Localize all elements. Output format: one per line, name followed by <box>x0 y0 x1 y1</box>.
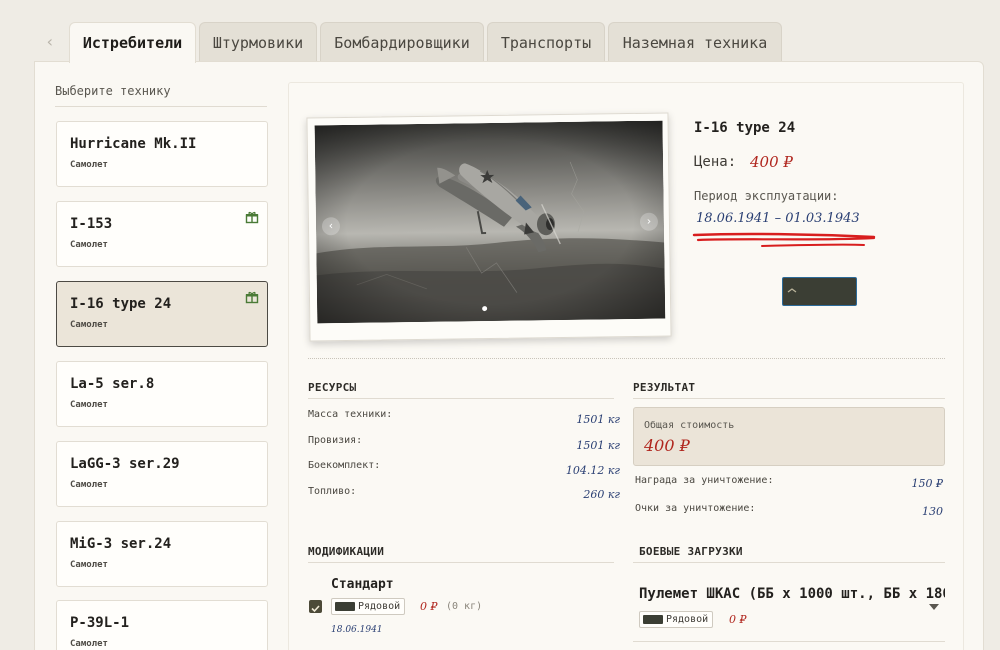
vehicle-details-panel: ‹ › I-16 type 24 Цена: 400 ₽ Период эксп… <box>288 82 964 650</box>
modification-weight: (0 кг) <box>446 601 483 612</box>
sidebar-divider <box>55 106 267 107</box>
provisions-label: Провизия: <box>308 435 363 446</box>
tabs-prev-arrow-icon[interactable]: ‹ <box>40 30 60 54</box>
section-divider <box>308 358 945 359</box>
vehicle-card-i153[interactable]: I-153 Самолет <box>56 201 268 267</box>
modifications-title: МОДИФИКАЦИИ <box>308 545 385 558</box>
service-period-label: Период эксплуатации: <box>694 189 839 203</box>
resources-divider <box>308 398 614 399</box>
rank-swatch-icon <box>643 615 663 624</box>
loadout-dropdown-caret-icon[interactable] <box>929 604 939 610</box>
result-title: РЕЗУЛЬТАТ <box>633 381 696 394</box>
kill-reward-value: 150 ₽ <box>911 477 944 490</box>
vehicle-name: LaGG-3 ser.29 <box>70 456 180 472</box>
vehicle-name: La-5 ser.8 <box>70 376 155 392</box>
modification-date: 18.06.1941 <box>331 625 383 635</box>
gift-icon <box>245 211 259 224</box>
loadout-rank: Рядовой <box>666 614 709 625</box>
sidebar-title: Выберите технику <box>55 84 171 98</box>
modification-checkbox[interactable] <box>309 600 322 613</box>
vehicle-type: Самолет <box>70 400 108 410</box>
rank-swatch-icon <box>335 602 355 611</box>
loadouts-bottom-divider <box>633 641 945 642</box>
vehicle-type: Самолет <box>70 240 108 250</box>
service-period-value: 18.06.1941 – 01.03.1943 <box>696 211 860 226</box>
kill-reward-label: Награда за уничтожение: <box>635 475 774 486</box>
red-underline-annotation <box>692 232 876 247</box>
mass-value: 1501 кг <box>576 413 620 426</box>
rank-chevron-icon <box>787 288 797 293</box>
loadouts-divider <box>633 562 945 563</box>
vehicle-name: MiG-3 ser.24 <box>70 536 172 552</box>
carousel-indicator-dot[interactable] <box>482 306 488 312</box>
vehicle-card-hurricane[interactable]: Hurricane Mk.II Самолет <box>56 121 268 187</box>
kill-points-label: Очки за уничтожение: <box>635 503 756 514</box>
result-divider <box>633 398 945 399</box>
modification-rank: Рядовой <box>358 601 401 612</box>
kill-points-value: 130 <box>922 505 943 518</box>
gift-icon <box>245 291 259 304</box>
modification-rank-chip: Рядовой <box>331 598 406 615</box>
vehicle-card-lagg3[interactable]: LaGG-3 ser.29 Самолет <box>56 441 268 507</box>
vehicle-card-i16-type24[interactable]: I-16 type 24 Самолет <box>56 281 268 347</box>
modifications-divider <box>308 562 614 563</box>
vehicle-name: I-153 <box>70 216 113 232</box>
price-value: 400 ₽ <box>750 153 793 171</box>
vehicle-type: Самолет <box>70 639 108 649</box>
main-panel: Выберите технику Hurricane Mk.II Самолет… <box>34 61 984 650</box>
mass-label: Масса техники: <box>308 409 393 420</box>
tab-attackers[interactable]: Штурмовики <box>199 22 317 62</box>
vehicle-type: Самолет <box>70 160 108 170</box>
vehicle-card-p39[interactable]: P-39L-1 Самолет <box>56 600 268 650</box>
tab-transports[interactable]: Транспорты <box>487 22 605 62</box>
loadout-rank-chip: Рядовой <box>639 611 714 628</box>
loadout-name[interactable]: Пулемет ШКАС (ББ x 1000 шт., ББ x 1800 <box>639 586 945 602</box>
modification-name: Стандарт <box>331 577 394 592</box>
fuel-value: 260 кг <box>583 488 620 501</box>
vehicle-card-mig3[interactable]: MiG-3 ser.24 Самолет <box>56 521 268 587</box>
price-label: Цена: <box>694 154 737 170</box>
total-cost-value: 400 ₽ <box>644 436 690 455</box>
vehicle-photo-frame: ‹ › <box>306 112 672 342</box>
vehicle-name: Hurricane Mk.II <box>70 136 197 152</box>
vehicle-photo: ‹ › <box>314 120 666 324</box>
vehicle-type: Самолет <box>70 560 108 570</box>
resources-title: РЕСУРСЫ <box>308 381 357 394</box>
ammo-label: Боекомплект: <box>308 460 381 471</box>
vehicle-card-la5[interactable]: La-5 ser.8 Самолет <box>56 361 268 427</box>
provisions-value: 1501 кг <box>576 439 620 452</box>
tab-bombers[interactable]: Бомбардировщики <box>320 22 484 62</box>
total-cost-box: Общая стоимость 400 ₽ <box>633 407 945 466</box>
total-cost-label: Общая стоимость <box>644 420 735 431</box>
vehicle-type: Самолет <box>70 480 108 490</box>
vehicle-name: P-39L-1 <box>70 615 130 631</box>
checkmark-icon <box>311 605 320 613</box>
tab-fighters[interactable]: Истребители <box>69 22 196 63</box>
tab-ground-vehicles[interactable]: Наземная техника <box>608 22 782 62</box>
vehicle-type: Самолет <box>70 320 108 330</box>
vehicle-title: I-16 type 24 <box>694 120 796 136</box>
modification-price: 0 ₽ <box>420 600 438 613</box>
ammo-value: 104.12 кг <box>565 464 620 477</box>
vehicle-name: I-16 type 24 <box>70 296 172 312</box>
loadout-price: 0 ₽ <box>729 613 747 626</box>
fuel-label: Топливо: <box>308 486 357 497</box>
category-tabs: ‹ Истребители Штурмовики Бомбардировщики… <box>0 0 1000 63</box>
rank-insignia-button[interactable] <box>782 277 857 306</box>
loadouts-title: БОЕВЫЕ ЗАГРУЗКИ <box>639 545 743 558</box>
